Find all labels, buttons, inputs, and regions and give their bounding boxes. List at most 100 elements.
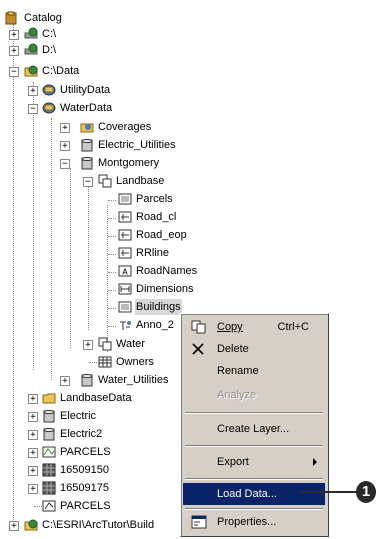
tree-label: Coverages bbox=[98, 121, 152, 133]
annotation-class-icon bbox=[120, 321, 131, 330]
tree-line bbox=[70, 168, 71, 348]
menu-item-properties[interactable]: Properties... bbox=[183, 511, 325, 533]
tree-label: Anno_2 bbox=[136, 319, 174, 331]
tree-label: Water_Utilities bbox=[98, 374, 169, 386]
tree-label: Electric_Utilities bbox=[98, 139, 176, 151]
polygon-feature-icon bbox=[118, 193, 132, 205]
tree-label: LandbaseData bbox=[60, 392, 132, 404]
geodatabase-icon bbox=[42, 102, 56, 114]
collapse-icon[interactable]: − bbox=[60, 159, 70, 169]
tree-line bbox=[108, 290, 116, 291]
collapse-icon[interactable]: − bbox=[9, 67, 19, 77]
tree-label: Road_cl bbox=[136, 211, 177, 223]
coverage-folder-icon bbox=[80, 123, 94, 133]
menu-label: Create Layer... bbox=[217, 423, 290, 435]
folder-connection-icon bbox=[24, 65, 38, 77]
tree-line bbox=[88, 186, 89, 330]
step-callout: 1 bbox=[356, 481, 376, 503]
expand-icon[interactable]: + bbox=[9, 46, 19, 56]
menu-item-analyze: Analyze bbox=[183, 384, 325, 406]
menu-label: Properties... bbox=[217, 516, 277, 528]
tree-line bbox=[34, 506, 42, 507]
expand-icon[interactable]: + bbox=[28, 86, 38, 96]
geodatabase-icon bbox=[42, 84, 56, 96]
expand-icon[interactable]: + bbox=[83, 340, 93, 350]
tree-line bbox=[108, 218, 116, 219]
catalog-icon bbox=[5, 11, 17, 25]
expand-icon[interactable]: + bbox=[60, 376, 70, 386]
menu-item-copy[interactable]: Copy Ctrl+C bbox=[183, 316, 325, 338]
dimension-icon bbox=[118, 283, 132, 295]
tree-line bbox=[108, 236, 116, 237]
delete-icon bbox=[192, 343, 204, 355]
raster-icon bbox=[42, 481, 56, 495]
menu-shortcut: Ctrl+C bbox=[277, 321, 309, 333]
tree-label: PARCELS bbox=[60, 446, 111, 458]
folder-icon bbox=[42, 393, 56, 404]
menu-label: Export bbox=[217, 456, 249, 468]
expand-icon[interactable]: + bbox=[9, 30, 19, 40]
tree-label: Landbase bbox=[116, 175, 165, 187]
properties-icon bbox=[191, 515, 207, 529]
tree-label: WaterData bbox=[60, 102, 113, 114]
collapse-icon[interactable]: − bbox=[28, 104, 38, 114]
tree-line bbox=[51, 118, 52, 380]
tree-line bbox=[108, 254, 116, 255]
tree-line bbox=[107, 205, 108, 352]
menu-item-create-layer[interactable]: Create Layer... bbox=[183, 418, 325, 440]
expand-icon[interactable]: + bbox=[60, 123, 70, 133]
expand-icon[interactable]: + bbox=[28, 394, 38, 404]
tree-line bbox=[89, 362, 97, 363]
tree-label: C:\ESRI\ArcTutor\Build bbox=[42, 519, 155, 531]
expand-icon[interactable]: + bbox=[28, 430, 38, 440]
menu-item-load-data[interactable]: Load Data... bbox=[183, 483, 325, 505]
tree-label: Electric2 bbox=[60, 428, 103, 440]
tree-label: Water bbox=[116, 338, 145, 350]
tree-label: C:\Data bbox=[42, 65, 80, 77]
tree-label: Electric bbox=[60, 410, 97, 422]
menu-item-delete[interactable]: Delete bbox=[183, 338, 325, 360]
tree-label: RoadNames bbox=[136, 265, 198, 277]
menu-label: Load Data... bbox=[217, 488, 277, 500]
line-feature-icon bbox=[118, 211, 132, 223]
tree-label: PARCELS bbox=[60, 500, 111, 512]
annotation-icon: A bbox=[118, 265, 132, 277]
expand-icon[interactable]: + bbox=[28, 448, 38, 458]
tree-label-selected: Buildings bbox=[135, 299, 182, 315]
feature-dataset-icon bbox=[98, 337, 112, 351]
expand-icon[interactable]: + bbox=[60, 141, 70, 151]
tree-line bbox=[108, 308, 116, 309]
menu-separator bbox=[185, 412, 323, 414]
database-icon bbox=[81, 157, 93, 170]
tree-label: Owners bbox=[116, 356, 154, 368]
expand-icon[interactable]: + bbox=[9, 521, 19, 531]
menu-separator bbox=[185, 445, 323, 447]
tree-label: Montgomery bbox=[98, 157, 160, 169]
polygon-feature-icon bbox=[118, 301, 132, 313]
tree-line bbox=[13, 24, 14, 526]
callout-leader-line bbox=[300, 491, 358, 493]
network-drive-icon bbox=[24, 27, 38, 39]
expand-icon[interactable]: + bbox=[28, 484, 38, 494]
tree-label: UtilityData bbox=[60, 84, 111, 96]
coverage-icon bbox=[42, 446, 56, 458]
submenu-arrow-icon bbox=[313, 458, 317, 466]
tree-label: Road_eop bbox=[136, 229, 187, 241]
copy-icon bbox=[191, 320, 206, 334]
line-feature-icon bbox=[118, 247, 132, 259]
expand-icon[interactable]: + bbox=[28, 412, 38, 422]
database-icon bbox=[43, 428, 55, 441]
tree-line bbox=[108, 200, 116, 201]
menu-item-export[interactable]: Export bbox=[183, 451, 325, 473]
menu-label: Analyze bbox=[217, 389, 257, 401]
folder-connection-icon bbox=[24, 519, 38, 531]
database-icon bbox=[81, 139, 93, 152]
tree-label: C:\ bbox=[42, 28, 57, 40]
tree-line bbox=[33, 82, 34, 370]
tree-label: Catalog bbox=[24, 12, 62, 24]
expand-icon[interactable]: + bbox=[28, 466, 38, 476]
menu-item-rename[interactable]: Rename bbox=[183, 360, 325, 382]
line-feature-icon bbox=[118, 229, 132, 241]
raster-icon bbox=[42, 463, 56, 477]
collapse-icon[interactable]: − bbox=[83, 177, 93, 187]
